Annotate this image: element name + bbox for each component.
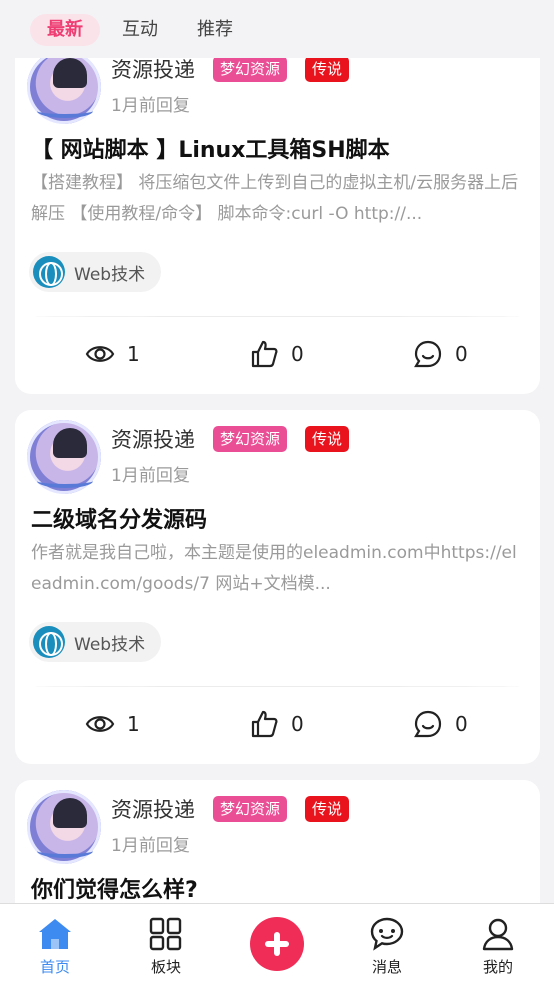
nav-boards-label: 板块 bbox=[150, 958, 181, 976]
post-card[interactable]: 资源投递 梦幻资源 传说 1月前回复 二级域名分发源码 作者就是我自己啦，本主题… bbox=[15, 410, 540, 764]
nav-me-label: 我的 bbox=[482, 958, 513, 976]
views-stat: 1 bbox=[85, 334, 140, 374]
level-badge: 梦幻资源 bbox=[213, 56, 288, 82]
author-name[interactable]: 资源投递 bbox=[111, 424, 195, 454]
comment-icon bbox=[414, 340, 442, 368]
rank-badge: 传说 bbox=[305, 56, 350, 82]
topic-tag-label: Web技术 bbox=[74, 634, 146, 655]
tab-recommend[interactable]: 推荐 bbox=[197, 14, 233, 46]
author-name[interactable]: 资源投递 bbox=[111, 794, 195, 824]
author-name[interactable]: 资源投递 bbox=[111, 54, 195, 84]
grid-icon bbox=[149, 917, 182, 951]
like-button[interactable]: 0 bbox=[249, 704, 304, 744]
topic-tag[interactable]: Web技术 bbox=[29, 252, 162, 292]
nav-home[interactable]: 首页 bbox=[20, 916, 90, 977]
globe-icon bbox=[33, 626, 65, 658]
nav-me[interactable]: 我的 bbox=[463, 916, 533, 977]
level-badge: 梦幻资源 bbox=[213, 426, 288, 452]
eye-icon bbox=[85, 346, 115, 362]
level-badge: 梦幻资源 bbox=[213, 796, 288, 822]
topic-tag-label: Web技术 bbox=[74, 264, 146, 285]
likes-count: 0 bbox=[291, 712, 304, 736]
comment-icon bbox=[414, 710, 442, 738]
comment-button[interactable]: 0 bbox=[413, 704, 468, 744]
bottom-nav: 首页 板块 消息 我的 bbox=[0, 903, 554, 985]
post-title[interactable]: 【 网站脚本 】Linux工具箱SH脚本 bbox=[31, 132, 390, 164]
tab-interaction[interactable]: 互动 bbox=[122, 14, 158, 46]
chat-icon bbox=[370, 917, 404, 951]
comments-count: 0 bbox=[455, 342, 468, 366]
tab-latest[interactable]: 最新 bbox=[30, 14, 100, 46]
nav-home-label: 首页 bbox=[39, 958, 70, 976]
rank-badge: 传说 bbox=[305, 426, 350, 452]
rank-badge: 传说 bbox=[305, 796, 350, 822]
nav-messages-label: 消息 bbox=[371, 958, 402, 976]
likes-count: 0 bbox=[291, 342, 304, 366]
views-count: 1 bbox=[127, 342, 140, 366]
thumbs-up-icon bbox=[251, 340, 278, 368]
nav-messages[interactable]: 消息 bbox=[352, 916, 422, 977]
avatar[interactable] bbox=[27, 790, 101, 864]
post-card[interactable]: 资源投递 梦幻资源 传说 1月前回复 【 网站脚本 】Linux工具箱SH脚本 … bbox=[15, 40, 540, 394]
post-title[interactable]: 你们觉得怎么样? bbox=[31, 872, 198, 904]
divider bbox=[33, 686, 522, 687]
avatar[interactable] bbox=[27, 50, 101, 124]
plus-icon[interactable] bbox=[250, 917, 304, 971]
comments-count: 0 bbox=[455, 712, 468, 736]
post-title[interactable]: 二级域名分发源码 bbox=[31, 502, 207, 534]
views-stat: 1 bbox=[85, 704, 140, 744]
top-tabs: 最新 互动 推荐 bbox=[0, 0, 554, 58]
post-time: 1月前回复 bbox=[111, 96, 190, 116]
home-icon bbox=[39, 919, 71, 949]
user-icon bbox=[482, 918, 514, 951]
like-button[interactable]: 0 bbox=[249, 334, 304, 374]
post-excerpt[interactable]: 作者就是我自己啦，本主题是使用的eleadmin.com中https://ele… bbox=[31, 538, 526, 600]
post-excerpt[interactable]: 【搭建教程】 将压缩包文件上传到自己的虚拟主机/云服务器上后解压 【使用教程/命… bbox=[31, 168, 526, 230]
topic-tag[interactable]: Web技术 bbox=[29, 622, 162, 662]
divider bbox=[33, 316, 522, 317]
post-time: 1月前回复 bbox=[111, 836, 190, 856]
views-count: 1 bbox=[127, 712, 140, 736]
comment-button[interactable]: 0 bbox=[413, 334, 468, 374]
post-time: 1月前回复 bbox=[111, 466, 190, 486]
avatar[interactable] bbox=[27, 420, 101, 494]
globe-icon bbox=[33, 256, 65, 288]
nav-boards[interactable]: 板块 bbox=[131, 916, 201, 977]
eye-icon bbox=[85, 716, 115, 732]
thumbs-up-icon bbox=[251, 710, 278, 738]
